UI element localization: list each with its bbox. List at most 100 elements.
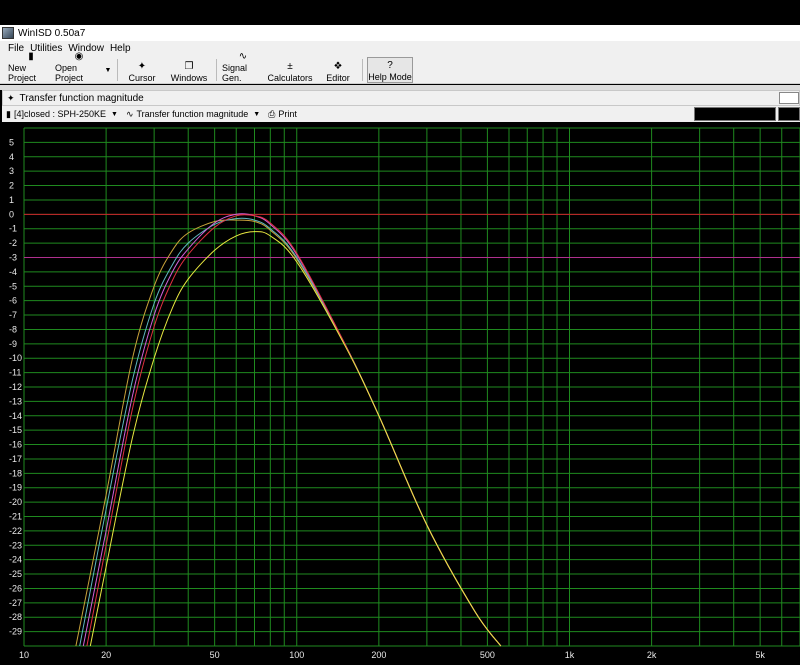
project-select-value: [4]closed : SPH-250KE (13, 109, 107, 119)
plot-toolbar: ▮ [4]closed : SPH-250KE ▼ ∿ Transfer fun… (2, 106, 800, 122)
y-tick-label: -17 (9, 454, 22, 464)
y-tick-label: -2 (9, 238, 17, 248)
open-project-button[interactable]: ◉ Open Project (55, 51, 103, 83)
y-tick-label: -8 (9, 324, 17, 334)
y-tick-label: 1 (9, 195, 14, 205)
chart-background (2, 122, 800, 665)
cursor-label: Cursor (128, 73, 156, 83)
y-tick-label: -13 (9, 396, 22, 406)
x-tick-label: 2k (647, 650, 657, 660)
window-title: WinISD 0.50a7 (18, 27, 86, 39)
panel-titlebar: ✦ Transfer function magnitude (2, 90, 800, 106)
x-tick-label: 100 (289, 650, 304, 660)
signal-gen-button[interactable]: ∿ Signal Gen. (222, 51, 264, 83)
y-tick-label: -22 (9, 526, 22, 536)
y-tick-label: -20 (9, 497, 22, 507)
menu-bar: File Utilities Window Help (0, 41, 800, 56)
calculator-icon: ± (287, 61, 293, 72)
graph-type-select[interactable]: ∿ Transfer function magnitude ▼ (126, 109, 260, 120)
restore-window-button[interactable] (779, 92, 799, 104)
panel-title: Transfer function magnitude (19, 92, 144, 104)
x-tick-label: 200 (371, 650, 386, 660)
y-tick-label: -29 (9, 627, 22, 637)
menu-file[interactable]: File (8, 43, 24, 54)
y-tick-label: 2 (9, 181, 14, 191)
open-project-label: Open Project (55, 63, 84, 83)
sine-wave-icon: ∿ (125, 108, 134, 119)
toolbar: ▮ New Project ◉ Open Project ▼ ✦ Cursor … (0, 51, 800, 84)
calculators-button[interactable]: ± Calculators (267, 57, 313, 83)
y-tick-label: 3 (9, 166, 14, 176)
cursor-readout-y (778, 107, 800, 121)
y-tick-label: -10 (9, 353, 22, 363)
toolbar-separator (216, 59, 217, 81)
y-tick-label: -11 (9, 368, 21, 378)
y-tick-label: -5 (9, 281, 17, 291)
windows-icon: ❐ (184, 61, 194, 72)
y-tick-label: -27 (9, 598, 22, 608)
y-tick-label: -4 (9, 267, 17, 277)
crosshair-icon: ✦ (137, 61, 147, 72)
y-tick-label: -7 (9, 310, 17, 320)
y-tick-label: -1 (9, 224, 17, 234)
editor-button[interactable]: ❖ Editor (322, 57, 354, 83)
y-tick-label: -16 (9, 440, 22, 450)
y-tick-label: 5 (9, 137, 14, 147)
question-icon: ? (387, 60, 393, 71)
chevron-down-icon: ▼ (253, 110, 261, 118)
sine-wave-icon: ∿ (238, 51, 248, 62)
y-tick-label: -23 (9, 540, 22, 550)
y-tick-label: -14 (9, 411, 22, 421)
desktop-top-strip (0, 0, 800, 25)
print-button[interactable]: ⎙ Print (268, 109, 297, 120)
project-select[interactable]: ▮ [4]closed : SPH-250KE ▼ (6, 109, 118, 120)
chevron-down-icon: ▼ (111, 110, 118, 118)
y-tick-label: -28 (9, 612, 22, 622)
chart-svg[interactable]: 543210-1-2-3-4-5-6-7-8-9-10-11-12-13-14-… (2, 122, 800, 665)
new-project-label: New Project (8, 63, 37, 83)
transfer-function-chart[interactable]: 5 4 3 2 1 0 -1 -2 -3 -4 -5 -6 -7 -8 -9 -10 -11 -12 -13 -14-… (2, 122, 800, 665)
y-tick-label: -26 (9, 583, 22, 593)
help-mode-label: Help Mode (368, 72, 412, 82)
folder-icon: ◉ (74, 51, 84, 62)
new-project-icon: ▮ (28, 51, 34, 62)
editor-label: Editor (326, 73, 350, 83)
y-tick-label: -19 (9, 483, 22, 493)
cursor-button[interactable]: ✦ Cursor (124, 57, 160, 83)
x-tick-label: 20 (101, 650, 111, 660)
y-tick-label: -6 (9, 296, 17, 306)
menu-help[interactable]: Help (110, 43, 131, 54)
editor-icon: ❖ (333, 61, 343, 72)
pin-icon[interactable]: ✦ (7, 93, 15, 104)
toolbar-separator (117, 59, 118, 81)
signal-gen-label: Signal Gen. (222, 63, 248, 83)
x-tick-label: 1k (565, 650, 575, 660)
y-tick-label: -24 (9, 555, 22, 565)
calculators-label: Calculators (267, 73, 313, 83)
printer-icon: ⎙ (268, 108, 276, 119)
x-tick-label: 10 (19, 650, 29, 660)
chevron-down-icon: ▼ (104, 66, 112, 74)
toolbar-separator (362, 59, 363, 81)
help-mode-button[interactable]: ? Help Mode (367, 57, 413, 83)
y-tick-label: -12 (9, 382, 22, 392)
window-titlebar: WinISD 0.50a7 (0, 25, 800, 41)
y-tick-label: 4 (9, 152, 14, 162)
x-tick-label: 50 (210, 650, 220, 660)
app-icon (2, 27, 14, 39)
y-tick-label: -9 (9, 339, 17, 349)
windows-label: Windows (170, 73, 208, 83)
new-project-button[interactable]: ▮ New Project (8, 51, 54, 83)
y-tick-label: -18 (9, 468, 22, 478)
project-icon: ▮ (6, 108, 11, 119)
menu-utilities[interactable]: Utilities (30, 43, 62, 54)
y-tick-label: -25 (9, 569, 22, 579)
y-tick-label: -21 (9, 512, 22, 522)
windows-button[interactable]: ❐ Windows (168, 57, 210, 83)
open-project-dropdown[interactable]: ▼ (103, 57, 113, 83)
x-tick-label: 500 (480, 650, 495, 660)
cursor-readout-x (694, 107, 776, 121)
y-tick-label: 0 (9, 209, 14, 219)
y-tick-label: -3 (9, 253, 17, 263)
print-label: Print (278, 109, 297, 119)
